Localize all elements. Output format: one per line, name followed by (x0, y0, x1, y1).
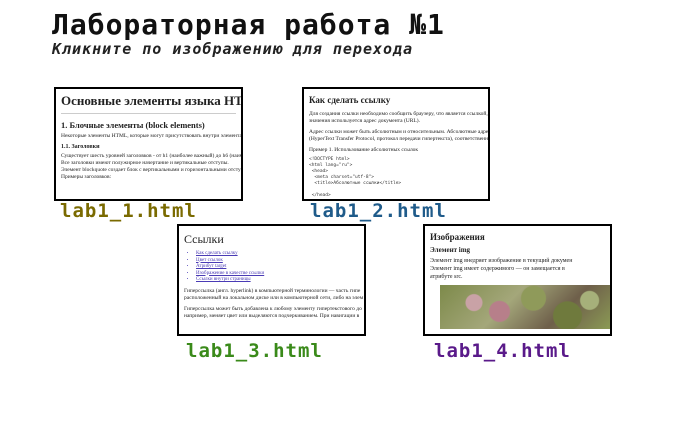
preview-heading: Как сделать ссылку (309, 95, 391, 105)
lab1-4-link[interactable]: lab1_4.html (434, 340, 571, 362)
preview-code: <!DOCTYPE html> <html lang="ru"> <head> … (309, 157, 402, 198)
preview-line: например, меняет цвет или выделяются под… (184, 312, 360, 319)
lab1-4-thumbnail[interactable]: Изображения Элемент img Элемент img внед… (423, 224, 612, 336)
lab1-2-thumbnail[interactable]: Как сделать ссылку Для создания ссылки н… (302, 87, 490, 201)
page-subtitle: Кликните по изображению для перехода (52, 40, 414, 58)
lab1-2-link[interactable]: lab1_2.html (310, 200, 447, 222)
preview-line: Элемент img внедряет изображение в текущ… (430, 258, 573, 264)
preview-line: Гиперссылка может быть добавлена к любом… (184, 305, 362, 312)
preview-line: Элемент blockquote создает блок с вертик… (61, 167, 243, 173)
preview-line: Существует шесть уровней заголовков - от… (61, 153, 243, 159)
preview-line: атрибуте src. (430, 274, 463, 280)
preview-line: Для создания ссылки необходимо сообщить … (309, 111, 488, 117)
preview-line: Элемент img имеет содержимого — он замещ… (430, 266, 565, 272)
preview-line: значения используется адрес документа (U… (309, 118, 420, 124)
preview-photo (440, 285, 610, 329)
preview-example: Пример 1. Использование абсолютных ссыло… (309, 147, 419, 153)
preview-line: Примеры заголовков: (61, 174, 112, 180)
preview-line: Все заголовки имеют полужирное начертани… (61, 160, 229, 166)
page-title: Лабораторная работа №1 (52, 8, 445, 41)
preview-subsection: 1.1. Заголовки (61, 144, 100, 150)
preview-line: (HyperText Transfer Protocol, протокол п… (309, 136, 490, 142)
preview-intro: Некоторые элементы HTML, которые могут п… (61, 133, 242, 139)
preview-section: 1. Блочные элементы (block elements) (61, 120, 205, 130)
preview-line: Гиперссылка (англ. hyperlink) в компьюте… (184, 287, 361, 294)
preview-line: расположенный на локальном диске или в к… (184, 294, 364, 301)
lab1-3-link[interactable]: lab1_3.html (186, 340, 323, 362)
preview-link-list: Как сделать ссылку Цвет ссылок Атрибут t… (196, 251, 359, 284)
preview-heading: Ссылки (184, 232, 224, 246)
lab1-1-thumbnail[interactable]: Основные элементы языка HTML 1. Блочные … (54, 87, 243, 201)
divider (61, 113, 236, 114)
lab1-1-link[interactable]: lab1_1.html (60, 200, 197, 222)
preview-heading: Основные элементы языка HTML (61, 93, 243, 108)
preview-line: Адрес ссылки может быть абсолютным и отн… (309, 129, 490, 135)
preview-heading: Изображения (430, 232, 485, 242)
lab1-3-thumbnail[interactable]: Ссылки Как сделать ссылку Цвет ссылок Ат… (177, 224, 366, 336)
preview-link: Ссылки внутри страницы (196, 277, 359, 284)
preview-element: Элемент img (430, 246, 471, 254)
